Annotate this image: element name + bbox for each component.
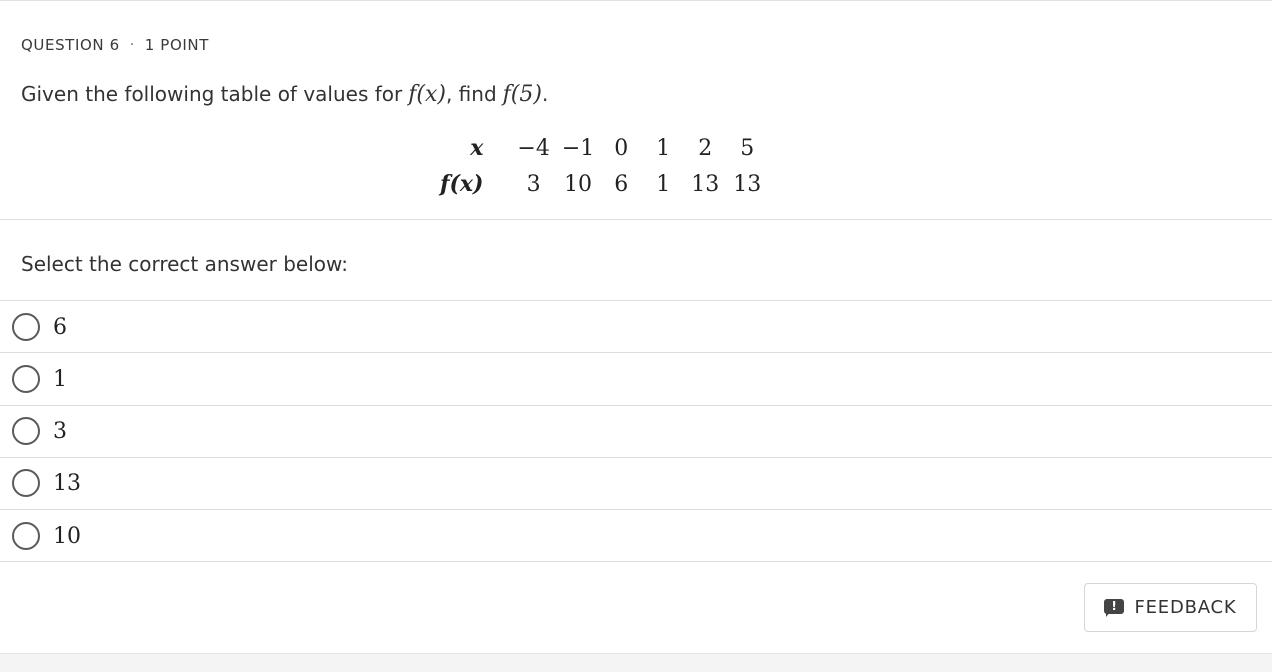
radio-button[interactable] [12,522,40,550]
values-table: x −4 −1 0 1 2 5 f(x) 3 10 6 1 13 13 [440,130,768,202]
top-divider [0,0,1272,1]
question-header: QUESTION 6 · 1 POINT [21,36,209,54]
radio-button[interactable] [12,417,40,445]
answer-option-3[interactable]: 3 [0,405,1272,457]
radio-button[interactable] [12,313,40,341]
option-label: 13 [53,470,81,496]
section-divider [0,219,1272,220]
radio-button[interactable] [12,469,40,497]
answer-option-2[interactable]: 1 [0,353,1272,405]
prompt-target: f(5) [502,82,542,107]
table-cell: 3 [526,171,541,197]
answer-option-5[interactable]: 10 [0,510,1272,562]
prompt-function: f(x) [408,82,446,107]
table-row-x: x −4 −1 0 1 2 5 [440,130,768,166]
options-bottom-divider [0,561,1272,562]
question-points: 1 POINT [144,36,209,54]
table-cell: 1 [656,171,671,197]
answer-instruction: Select the correct answer below: [21,252,349,276]
option-label: 10 [53,523,81,549]
table-cell: 13 [733,171,762,197]
table-cell: 1 [656,135,671,161]
table-cell: 2 [698,135,713,161]
answer-option-4[interactable]: 13 [0,457,1272,509]
question-prompt: Given the following table of values for … [21,82,548,107]
prompt-suffix: . [541,82,549,106]
option-label: 3 [53,418,67,444]
header-separator: · [129,37,135,53]
prompt-prefix: Given the following table of values for [21,82,403,106]
feedback-button[interactable]: ! FEEDBACK [1084,583,1257,632]
table-row-fx: f(x) 3 10 6 1 13 13 [440,166,768,202]
row-header-x: x [470,135,484,161]
question-page: QUESTION 6 · 1 POINT Given the following… [0,0,1272,672]
question-number: QUESTION 6 [21,36,120,54]
feedback-label: FEEDBACK [1134,597,1237,618]
table-cell: 10 [564,171,593,197]
table-cell: 5 [740,135,755,161]
table-cell: 6 [614,171,629,197]
answer-option-1[interactable]: 6 [0,301,1272,353]
feedback-icon: ! [1104,598,1125,617]
footer-bar [0,653,1272,672]
table-cell: −4 [517,135,550,161]
prompt-mid: , find [445,82,497,106]
row-header-fx: f(x) [440,171,484,197]
table-cell: −1 [561,135,595,161]
table-cell: 13 [691,171,720,197]
option-label: 6 [53,314,67,340]
radio-button[interactable] [12,365,40,393]
option-label: 1 [53,366,67,392]
table-cell: 0 [614,135,629,161]
